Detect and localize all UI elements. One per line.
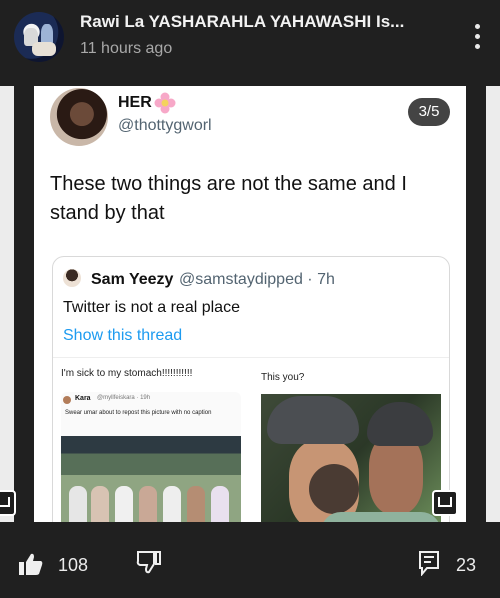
thumbs-down-icon[interactable] [136,550,162,574]
embedded-author-name: Kara [75,395,91,402]
quoted-tweet: Sam Yeezy @samstaydipped · 7h Twitter is… [52,256,450,522]
team-photo [61,436,241,522]
next-image-peek[interactable] [486,86,500,522]
action-bar: 108 23 [0,522,500,598]
more-vertical-icon[interactable] [474,24,482,50]
meme-left-caption: I'm sick to my stomach!!!!!!!!!!! [61,368,193,379]
embedded-tweet: Kara @myllfeiskara · 19h Swear umar abou… [61,392,241,522]
meme-image: I'm sick to my stomach!!!!!!!!!!! This y… [53,357,449,522]
embedded-avatar [63,396,71,404]
tweet-author-handle: @thottygworl [118,117,212,134]
image-counter-badge: 3/5 [408,98,450,126]
image-gallery-icon [432,490,458,516]
image-carousel[interactable]: HER @thottygworl 3/5 These two things ar… [0,86,500,522]
comment-count: 23 [456,555,477,575]
tweet-text: These two things are not the same and I … [50,173,407,224]
show-thread-link: Show this thread [63,327,183,344]
comment-icon[interactable] [418,550,440,576]
couple-photo [261,394,441,522]
channel-title[interactable]: Rawi La YASHARAHLA YAHAWASHI Is... [80,12,404,32]
flower-emoji-icon [154,92,176,114]
quoted-tweet-text: Twitter is not a real place [63,299,240,316]
tweet-author-name: HER [118,94,152,111]
quoted-author-handle: @samstaydipped · 7h [179,271,335,288]
channel-avatar-icon[interactable] [14,12,64,62]
meme-right-caption: This you? [261,372,305,383]
tweet-screenshot-image: HER @thottygworl 3/5 These two things ar… [34,86,466,522]
post-timestamp: 11 hours ago [80,40,173,57]
like-count: 108 [58,555,89,575]
embedded-author-handle: @myllfeiskara · 19h [97,395,151,401]
post-header: Rawi La YASHARAHLA YAHAWASHI Is... 11 ho… [0,0,500,86]
quoted-avatar [63,269,81,287]
tweet-avatar [50,88,108,146]
embedded-tweet-text: Swear umar about to repost this picture … [65,410,212,416]
quoted-author-name: Sam Yeezy [91,271,174,288]
previous-image-peek[interactable] [0,86,16,522]
image-gallery-icon [0,490,16,516]
thumbs-up-icon[interactable] [18,552,44,576]
